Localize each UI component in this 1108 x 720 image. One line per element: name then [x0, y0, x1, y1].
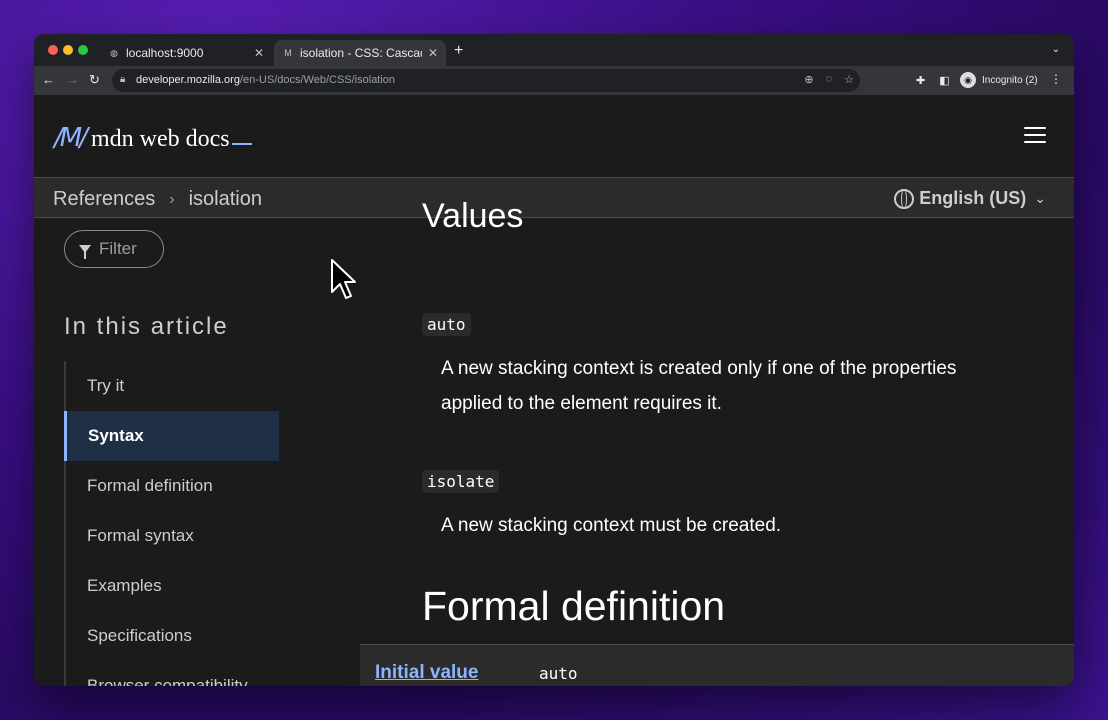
browser-window: ◍ localhost:9000 ✕ M isolation - CSS: Ca…	[34, 34, 1074, 686]
page-content: /M/ mdn web docs References › isolation …	[34, 95, 1074, 686]
mdn-logo[interactable]: /M/ mdn web docs	[54, 123, 252, 153]
browser-toolbar: ← → ↻ 🔒︎ developer.mozilla.org/en-US/doc…	[34, 66, 1074, 95]
breadcrumb: References › isolation	[53, 188, 262, 211]
toc-item-label: Browser compatibility	[87, 676, 248, 686]
toc-item-label: Try it	[87, 376, 125, 395]
maximize-window-button[interactable]	[78, 45, 88, 55]
definition-table-row: Initial value auto	[360, 644, 1074, 686]
table-of-contents: Try it Syntax Formal definition Formal s…	[64, 361, 279, 686]
mdn-icon: M	[284, 48, 292, 58]
toc-item-syntax[interactable]: Syntax	[64, 411, 279, 461]
breadcrumb-item-references[interactable]: References	[53, 188, 155, 211]
forward-button[interactable]: →	[66, 72, 79, 87]
toc-item-label: Specifications	[87, 626, 192, 645]
toc-item-label: Examples	[87, 576, 162, 595]
address-bar[interactable]: 🔒︎ developer.mozilla.org/en-US/docs/Web/…	[112, 69, 860, 92]
toc-item-specifications[interactable]: Specifications	[66, 611, 281, 661]
tab-localhost[interactable]: ◍ localhost:9000 ✕	[100, 40, 272, 66]
tab-title: isolation - CSS: Cascadi	[300, 46, 422, 60]
article-content: Values auto A new stacking context is cr…	[422, 95, 1062, 686]
profile-button[interactable]: ◉ Incognito (2)	[960, 72, 1038, 88]
close-icon[interactable]: ✕	[428, 46, 438, 60]
logo-text: mdn web docs	[90, 126, 230, 152]
back-button[interactable]: ←	[42, 72, 55, 87]
toc-item-try-it[interactable]: Try it	[66, 361, 281, 411]
reload-button[interactable]: ↻	[89, 72, 100, 88]
filter-label: Filter	[99, 239, 137, 258]
chevron-down-icon[interactable]: ⌄	[1052, 44, 1060, 55]
tab-strip: ◍ localhost:9000 ✕ M isolation - CSS: Ca…	[34, 34, 1074, 66]
toc-item-examples[interactable]: Examples	[66, 561, 281, 611]
toc-item-formal-syntax[interactable]: Formal syntax	[66, 511, 281, 561]
toc-item-browser-compatibility[interactable]: Browser compatibility	[66, 661, 281, 686]
breadcrumb-item-isolation[interactable]: isolation	[189, 188, 262, 211]
mouse-pointer-icon	[331, 259, 356, 299]
value-description-auto: A new stacking context is created only i…	[441, 358, 957, 414]
sidebar-icon[interactable]: ◧	[939, 74, 949, 87]
toc-item-label: Formal syntax	[87, 526, 194, 545]
toc-item-formal-definition[interactable]: Formal definition	[66, 461, 281, 511]
mdn-logo-mark: /M/	[54, 123, 88, 153]
value-description-isolate: A new stacking context must be created.	[441, 515, 782, 536]
new-tab-button[interactable]: +	[454, 42, 463, 60]
close-window-button[interactable]	[48, 45, 58, 55]
value-code-auto: auto	[422, 313, 471, 336]
toc-title: In this article	[64, 313, 229, 340]
puzzle-icon[interactable]: ✚	[916, 74, 925, 87]
profile-label: Incognito (2)	[982, 74, 1038, 86]
tab-isolation[interactable]: M isolation - CSS: Cascadi ✕	[274, 40, 446, 66]
toc-item-label: Syntax	[88, 426, 144, 445]
url-path: /en-US/docs/Web/CSS/isolation	[239, 74, 396, 86]
chevron-right-icon: ›	[169, 190, 175, 208]
initial-value-link[interactable]: Initial value	[375, 662, 478, 684]
toc-item-label: Formal definition	[87, 476, 213, 495]
zoom-icon[interactable]: ⊕	[804, 73, 813, 86]
tab-title: localhost:9000	[126, 46, 204, 60]
url-text: developer.mozilla.org/en-US/docs/Web/CSS…	[136, 74, 395, 86]
lock-icon[interactable]: 🔒︎	[120, 74, 125, 85]
initial-value-code: auto	[539, 664, 578, 683]
star-icon[interactable]: ☆	[844, 73, 854, 86]
url-host: developer.mozilla.org	[136, 74, 240, 86]
value-code-isolate: isolate	[422, 470, 500, 493]
logo-underscore	[231, 143, 252, 145]
filter-button[interactable]: Filter	[64, 230, 164, 268]
formal-definition-heading: Formal definition	[422, 583, 726, 629]
incognito-icon: ◉	[960, 72, 976, 88]
globe-icon: ◍	[110, 47, 118, 58]
more-options-icon[interactable]: ⋮	[1050, 72, 1062, 86]
eye-off-icon[interactable]: ◌	[826, 73, 833, 86]
filter-icon	[79, 245, 91, 259]
values-heading: Values	[422, 197, 524, 235]
close-icon[interactable]: ✕	[254, 46, 264, 60]
minimize-window-button[interactable]	[63, 45, 73, 55]
